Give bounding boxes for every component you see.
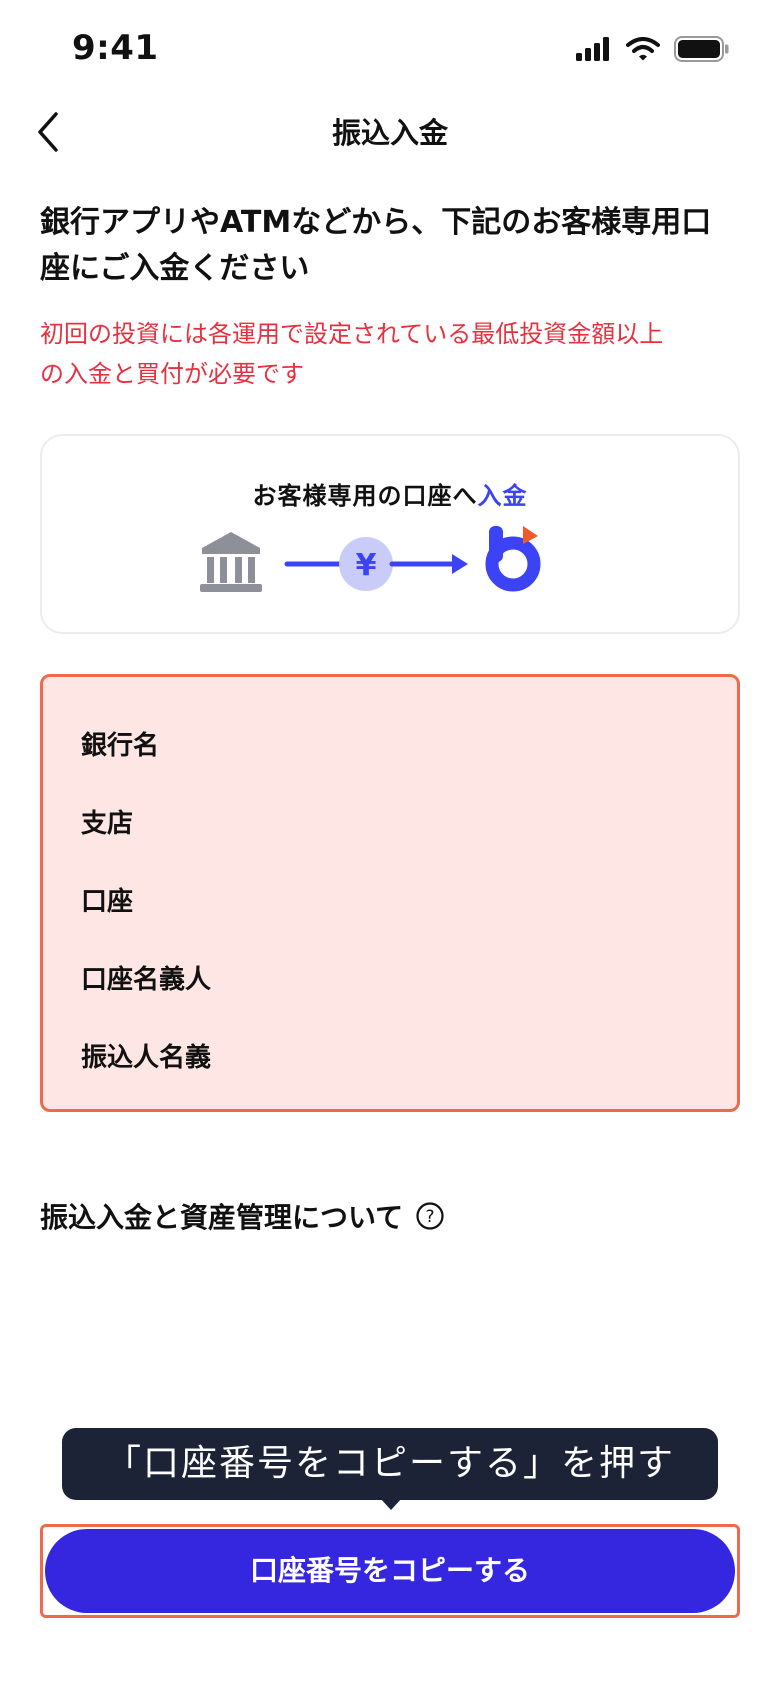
flow-title-accent: 入金 [477,482,528,510]
about-label: 振込入金と資産管理について [40,1201,404,1234]
status-time: 9:41 [72,28,159,68]
intro-text: 銀行アプリやATMなどから、下記のお客様専用口 座にご入金ください [40,200,740,292]
account-details-box: 銀行名 支店 口座 口座名義人 振込人名義 [40,674,740,1112]
yen-symbol: ¥ [356,548,377,583]
warning-text: 初回の投資には各運用で設定されている最低投資金額以上 の入金と買付が必要です [40,314,740,394]
instruction-tooltip: 「口座番号をコピーする」を押す [62,1428,718,1500]
intro-line-1: 銀行アプリやATMなどから、下記のお客様専用口 [40,205,712,240]
tooltip-tail [380,1498,402,1510]
account-label: 口座 [81,887,134,917]
copy-button-highlight: 口座番号をコピーする [40,1524,740,1618]
warning-line-2: の入金と買付が必要です [40,360,304,388]
branch-label: 支店 [81,809,134,839]
warning-line-1: 初回の投資には各運用で設定されている最低投資金額以上 [40,320,664,348]
battery-icon [674,36,729,62]
copy-account-number-button[interactable]: 口座番号をコピーする [45,1529,735,1613]
status-bar: 9:41 [0,0,780,100]
signal-icon [576,37,609,61]
help-icon: ? [416,1202,444,1230]
intro-line-2: 座にご入金ください [40,251,310,286]
flow-arrowhead [452,554,468,574]
flow-title: お客様専用の口座へ入金 [42,476,738,511]
status-icons [576,36,730,62]
bank-icon [200,532,262,592]
page-title: 振込入金 [331,116,448,150]
wifi-icon [626,37,660,61]
bank-name-label: 銀行名 [81,731,160,761]
flow-title-prefix: お客様専用の口座へ [252,482,478,510]
app-logo-icon [485,526,541,592]
account-holder-label: 口座名義人 [81,965,212,995]
nav-bar: 振込入金 [0,100,780,160]
about-deposit-link[interactable]: 振込入金と資産管理について ? [40,1196,445,1236]
flow-diagram: ¥ [200,526,541,592]
deposit-flow-card: お客様専用の口座へ入金 ¥ [40,434,740,634]
svg-text:?: ? [426,1207,435,1227]
sender-name-label: 振込人名義 [81,1043,212,1073]
yen-coin-icon: ¥ [339,537,393,591]
